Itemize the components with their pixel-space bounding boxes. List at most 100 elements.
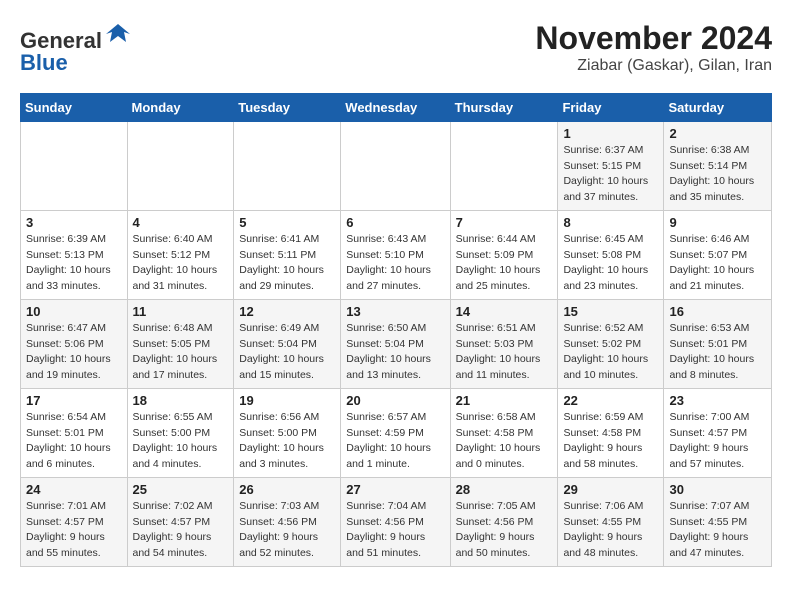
calendar-cell: 21 Sunrise: 6:58 AM Sunset: 4:58 PM Dayli… [450, 388, 558, 477]
day-number: 15 [563, 304, 658, 319]
day-detail: Sunrise: 6:37 AM Sunset: 5:15 PM Dayligh… [563, 143, 658, 206]
calendar-cell: 19 Sunrise: 6:56 AM Sunset: 5:00 PM Dayli… [234, 388, 341, 477]
calendar-cell: 10 Sunrise: 6:47 AM Sunset: 5:06 PM Dayli… [21, 299, 128, 388]
calendar-cell: 8Sunrise: 6:45 AM Sunset: 5:08 PM Daylig… [558, 210, 664, 299]
title-block: November 2024 Ziabar (Gaskar), Gilan, Ir… [535, 20, 772, 75]
day-number: 14 [456, 304, 553, 319]
calendar-cell: 13Sunrise: 6:50 AM Sunset: 5:04 PM Dayli… [341, 299, 450, 388]
day-number: 10 [26, 304, 122, 319]
day-number: 16 [669, 304, 766, 319]
calendar-cell: 6 Sunrise: 6:43 AM Sunset: 5:10 PM Daylig… [341, 210, 450, 299]
calendar-cell: 18Sunrise: 6:55 AM Sunset: 5:00 PM Dayli… [127, 388, 234, 477]
calendar-cell [450, 121, 558, 210]
calendar-cell: 3 Sunrise: 6:39 AM Sunset: 5:13 PM Daylig… [21, 210, 128, 299]
day-number: 4 [133, 215, 229, 230]
calendar-cell: 11 Sunrise: 6:48 AM Sunset: 5:05 PM Dayli… [127, 299, 234, 388]
day-number: 19 [239, 393, 335, 408]
day-detail: Sunrise: 6:47 AM Sunset: 5:06 PM Dayligh… [26, 321, 122, 384]
weekday-header-tuesday: Tuesday [234, 93, 341, 121]
day-detail: Sunrise: 6:58 AM Sunset: 4:58 PM Dayligh… [456, 410, 553, 473]
day-detail: Sunrise: 6:53 AM Sunset: 5:01 PM Dayligh… [669, 321, 766, 384]
day-detail: Sunrise: 7:04 AM Sunset: 4:56 PM Dayligh… [346, 499, 444, 562]
day-number: 23 [669, 393, 766, 408]
day-detail: Sunrise: 7:05 AM Sunset: 4:56 PM Dayligh… [456, 499, 553, 562]
day-detail: Sunrise: 6:51 AM Sunset: 5:03 PM Dayligh… [456, 321, 553, 384]
calendar-cell: 17 Sunrise: 6:54 AM Sunset: 5:01 PM Dayli… [21, 388, 128, 477]
day-detail: Sunrise: 6:44 AM Sunset: 5:09 PM Dayligh… [456, 232, 553, 295]
calendar-cell [21, 121, 128, 210]
calendar-cell: 9Sunrise: 6:46 AM Sunset: 5:07 PM Daylig… [664, 210, 772, 299]
logo-blue: Blue [20, 50, 68, 75]
day-number: 22 [563, 393, 658, 408]
day-detail: Sunrise: 6:39 AM Sunset: 5:13 PM Dayligh… [26, 232, 122, 295]
day-detail: Sunrise: 6:43 AM Sunset: 5:10 PM Dayligh… [346, 232, 444, 295]
calendar-cell [234, 121, 341, 210]
calendar-cell: 27 Sunrise: 7:04 AM Sunset: 4:56 PM Dayli… [341, 477, 450, 566]
day-detail: Sunrise: 6:52 AM Sunset: 5:02 PM Dayligh… [563, 321, 658, 384]
day-number: 17 [26, 393, 122, 408]
day-detail: Sunrise: 7:00 AM Sunset: 4:57 PM Dayligh… [669, 410, 766, 473]
calendar-cell: 30 Sunrise: 7:07 AM Sunset: 4:55 PM Dayli… [664, 477, 772, 566]
weekday-header-saturday: Saturday [664, 93, 772, 121]
calendar-week-3: 10 Sunrise: 6:47 AM Sunset: 5:06 PM Dayli… [21, 299, 772, 388]
day-detail: Sunrise: 6:55 AM Sunset: 5:00 PM Dayligh… [133, 410, 229, 473]
logo-general: General [20, 28, 102, 53]
day-number: 21 [456, 393, 553, 408]
day-number: 27 [346, 482, 444, 497]
calendar-cell: 5 Sunrise: 6:41 AM Sunset: 5:11 PM Daylig… [234, 210, 341, 299]
logo-bird-icon [104, 20, 132, 48]
day-number: 12 [239, 304, 335, 319]
day-number: 26 [239, 482, 335, 497]
day-detail: Sunrise: 7:07 AM Sunset: 4:55 PM Dayligh… [669, 499, 766, 562]
page-header: General Blue November 2024 Ziabar (Gaska… [20, 20, 772, 77]
calendar-table: SundayMondayTuesdayWednesdayThursdayFrid… [20, 93, 772, 567]
day-number: 3 [26, 215, 122, 230]
calendar-cell: 25Sunrise: 7:02 AM Sunset: 4:57 PM Dayli… [127, 477, 234, 566]
weekday-header-friday: Friday [558, 93, 664, 121]
day-number: 11 [133, 304, 229, 319]
calendar-week-5: 24Sunrise: 7:01 AM Sunset: 4:57 PM Dayli… [21, 477, 772, 566]
day-number: 5 [239, 215, 335, 230]
day-detail: Sunrise: 7:03 AM Sunset: 4:56 PM Dayligh… [239, 499, 335, 562]
day-detail: Sunrise: 6:48 AM Sunset: 5:05 PM Dayligh… [133, 321, 229, 384]
calendar-cell [127, 121, 234, 210]
calendar-cell: 12 Sunrise: 6:49 AM Sunset: 5:04 PM Dayli… [234, 299, 341, 388]
day-detail: Sunrise: 6:56 AM Sunset: 5:00 PM Dayligh… [239, 410, 335, 473]
day-detail: Sunrise: 6:46 AM Sunset: 5:07 PM Dayligh… [669, 232, 766, 295]
calendar-cell: 2Sunrise: 6:38 AM Sunset: 5:14 PM Daylig… [664, 121, 772, 210]
day-number: 1 [563, 126, 658, 141]
day-detail: Sunrise: 7:06 AM Sunset: 4:55 PM Dayligh… [563, 499, 658, 562]
calendar-cell: 28Sunrise: 7:05 AM Sunset: 4:56 PM Dayli… [450, 477, 558, 566]
logo: General Blue [20, 20, 132, 77]
day-number: 29 [563, 482, 658, 497]
day-detail: Sunrise: 6:57 AM Sunset: 4:59 PM Dayligh… [346, 410, 444, 473]
calendar-cell: 24Sunrise: 7:01 AM Sunset: 4:57 PM Dayli… [21, 477, 128, 566]
subtitle: Ziabar (Gaskar), Gilan, Iran [535, 57, 772, 75]
main-title: November 2024 [535, 20, 772, 57]
day-number: 6 [346, 215, 444, 230]
day-number: 13 [346, 304, 444, 319]
day-detail: Sunrise: 6:41 AM Sunset: 5:11 PM Dayligh… [239, 232, 335, 295]
calendar-cell: 4 Sunrise: 6:40 AM Sunset: 5:12 PM Daylig… [127, 210, 234, 299]
weekday-header-monday: Monday [127, 93, 234, 121]
day-number: 20 [346, 393, 444, 408]
day-number: 7 [456, 215, 553, 230]
calendar-week-1: 1 Sunrise: 6:37 AM Sunset: 5:15 PM Daylig… [21, 121, 772, 210]
day-detail: Sunrise: 6:40 AM Sunset: 5:12 PM Dayligh… [133, 232, 229, 295]
calendar-cell: 15 Sunrise: 6:52 AM Sunset: 5:02 PM Dayli… [558, 299, 664, 388]
day-number: 2 [669, 126, 766, 141]
calendar-cell: 26 Sunrise: 7:03 AM Sunset: 4:56 PM Dayli… [234, 477, 341, 566]
day-number: 30 [669, 482, 766, 497]
weekday-header-thursday: Thursday [450, 93, 558, 121]
calendar-cell: 22 Sunrise: 6:59 AM Sunset: 4:58 PM Dayli… [558, 388, 664, 477]
calendar-week-2: 3 Sunrise: 6:39 AM Sunset: 5:13 PM Daylig… [21, 210, 772, 299]
calendar-cell: 29 Sunrise: 7:06 AM Sunset: 4:55 PM Dayli… [558, 477, 664, 566]
day-detail: Sunrise: 6:45 AM Sunset: 5:08 PM Dayligh… [563, 232, 658, 295]
calendar-cell: 16 Sunrise: 6:53 AM Sunset: 5:01 PM Dayli… [664, 299, 772, 388]
day-detail: Sunrise: 6:54 AM Sunset: 5:01 PM Dayligh… [26, 410, 122, 473]
calendar-week-4: 17 Sunrise: 6:54 AM Sunset: 5:01 PM Dayli… [21, 388, 772, 477]
day-detail: Sunrise: 7:02 AM Sunset: 4:57 PM Dayligh… [133, 499, 229, 562]
day-detail: Sunrise: 6:49 AM Sunset: 5:04 PM Dayligh… [239, 321, 335, 384]
day-detail: Sunrise: 6:59 AM Sunset: 4:58 PM Dayligh… [563, 410, 658, 473]
calendar-cell: 7 Sunrise: 6:44 AM Sunset: 5:09 PM Daylig… [450, 210, 558, 299]
